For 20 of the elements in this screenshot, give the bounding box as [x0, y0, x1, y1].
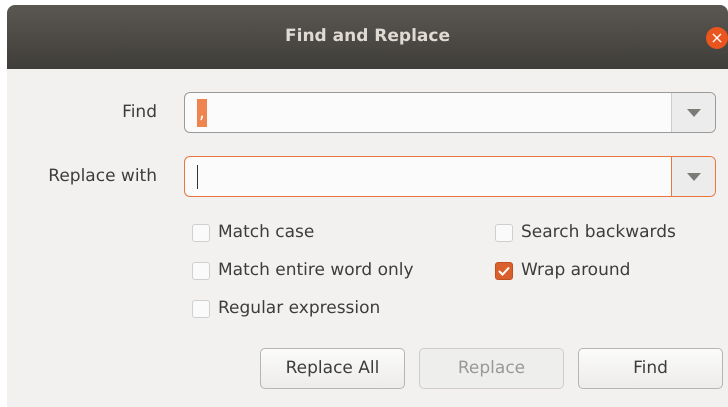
dropdown-button[interactable]: [671, 157, 715, 196]
caret-icon: [686, 172, 700, 180]
field-label: Find: [121, 100, 158, 124]
checkbox[interactable]: [495, 262, 513, 280]
check-icon: [498, 266, 510, 276]
close-button[interactable]: ×: [706, 27, 728, 49]
combo-field[interactable]: [184, 156, 716, 197]
window-title: Find and Replace: [285, 25, 450, 48]
checkbox-option[interactable]: Regular expression: [192, 295, 495, 323]
field-label: Replace with: [47, 164, 158, 188]
action-button[interactable]: Replace All: [260, 348, 405, 389]
action-button[interactable]: Find: [578, 348, 723, 389]
field-value: ,: [197, 98, 207, 126]
checkbox-option[interactable]: Match case: [192, 219, 495, 247]
checkbox-option[interactable]: Match entire word only: [192, 257, 495, 285]
dropdown-button[interactable]: [671, 93, 715, 132]
caret-icon: [686, 108, 700, 116]
checkbox-option[interactable]: Wrap around: [495, 257, 728, 285]
text-cursor: [197, 164, 198, 188]
checkbox-option[interactable]: Search backwards: [495, 219, 728, 247]
